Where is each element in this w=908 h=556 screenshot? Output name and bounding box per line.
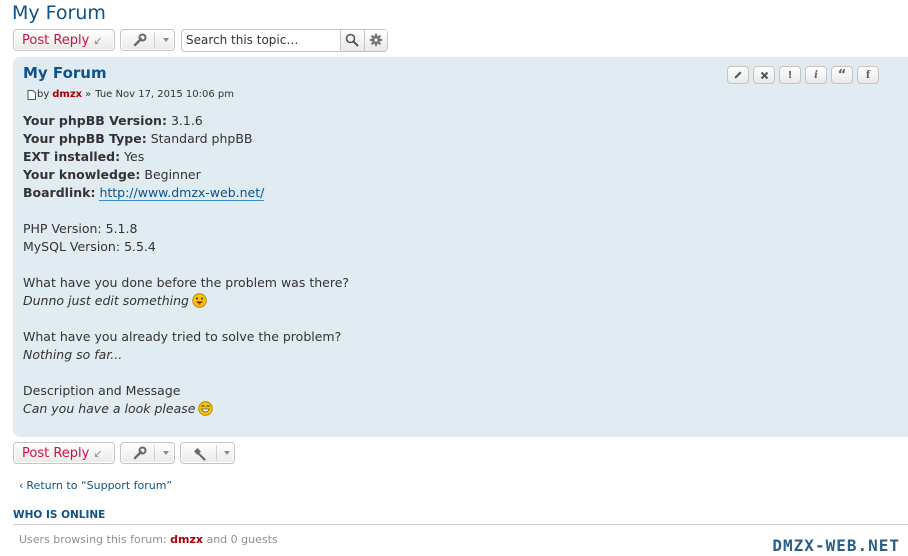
- site-watermark: DMZX-WEB.NET: [772, 536, 900, 555]
- edit-button[interactable]: [727, 66, 749, 84]
- field-label: Your phpBB Type:: [23, 131, 147, 146]
- post-action-buttons: ! i “ f: [723, 66, 879, 84]
- chevron-down-icon: [163, 451, 169, 455]
- info-button[interactable]: i: [805, 66, 827, 84]
- info-icon: i: [814, 69, 818, 81]
- post-title[interactable]: My Forum: [23, 64, 107, 82]
- divider: [13, 524, 908, 525]
- chevron-down-icon: [163, 38, 169, 42]
- who-is-online-heading[interactable]: WHO IS ONLINE: [13, 509, 105, 521]
- field-value: Yes: [124, 149, 145, 164]
- field-value: 5.5.4: [124, 239, 156, 254]
- topic-tools-button[interactable]: [120, 442, 175, 464]
- field-label: EXT installed:: [23, 149, 121, 164]
- gear-icon: [369, 33, 382, 47]
- pencil-icon: [734, 71, 742, 79]
- search-input[interactable]: [182, 29, 340, 51]
- advanced-search-button[interactable]: [363, 29, 387, 51]
- return-to-forum-link[interactable]: ‹ Return to “Support forum”: [19, 479, 172, 492]
- chevron-down-icon: [224, 451, 230, 455]
- action-bar-top: Post Reply ↙: [13, 28, 388, 52]
- search-icon: [345, 33, 359, 47]
- browsing-suffix: and 0 guests: [206, 533, 278, 546]
- browsing-prefix: Users browsing this forum:: [19, 533, 167, 546]
- post-reply-button[interactable]: Post Reply ↙: [13, 29, 115, 51]
- question: What have you done before the problem wa…: [23, 275, 350, 290]
- post-date: Tue Nov 17, 2015 10:06 pm: [95, 89, 234, 100]
- meta-separator: »: [85, 89, 92, 100]
- warning-icon: !: [787, 69, 793, 81]
- reply-arrow-icon: ↙: [93, 446, 103, 460]
- report-button[interactable]: !: [779, 66, 801, 84]
- field-label: MySQL Version:: [23, 239, 121, 254]
- question: Description and Message: [23, 383, 181, 398]
- post-author-line: by dmzx » Tue Nov 17, 2015 10:06 pm: [27, 89, 234, 100]
- wrench-icon: [133, 446, 147, 460]
- post-author[interactable]: dmzx: [52, 89, 82, 100]
- answer: Can you have a look please: [23, 401, 196, 416]
- reply-arrow-icon: ↙: [93, 33, 103, 47]
- field-value: 5.1.8: [105, 221, 138, 236]
- field-label: Boardlink:: [23, 185, 96, 200]
- search-box: [181, 28, 388, 52]
- field-value: Standard phpBB: [150, 131, 253, 146]
- field-label: PHP Version:: [23, 221, 102, 236]
- grin-smiley-icon: [192, 293, 207, 308]
- boardlink-link[interactable]: http://www.dmzx-web.net/: [99, 185, 265, 201]
- quote-button[interactable]: “: [831, 66, 853, 84]
- topic-tools-button[interactable]: [120, 29, 175, 51]
- share-button[interactable]: f: [857, 66, 879, 84]
- search-button[interactable]: [340, 29, 364, 51]
- post-icon[interactable]: [27, 89, 36, 100]
- close-icon: [760, 71, 768, 79]
- field-label: Your knowledge:: [23, 167, 141, 182]
- post-reply-label: Post Reply: [22, 32, 90, 48]
- page-title[interactable]: My Forum: [12, 2, 106, 24]
- field-label: Your phpBB Version:: [23, 113, 167, 128]
- quote-icon: “: [837, 67, 847, 83]
- delete-button[interactable]: [753, 66, 775, 84]
- post-reply-label: Post Reply: [22, 445, 90, 461]
- answer: Nothing so far...: [23, 347, 123, 362]
- wrench-icon: [133, 33, 147, 47]
- question: What have you already tried to solve the…: [23, 329, 342, 344]
- chevron-left-icon: ‹: [19, 479, 24, 492]
- facebook-icon: f: [865, 69, 871, 81]
- field-value: 3.1.6: [170, 113, 203, 128]
- return-label: Return to “Support forum”: [26, 479, 173, 492]
- action-bar-bottom: Post Reply ↙: [13, 441, 235, 465]
- post-content: Your phpBB Version: 3.1.6 Your phpBB Typ…: [23, 112, 349, 418]
- by-label: by: [37, 89, 50, 100]
- laugh-smiley-icon: [198, 401, 214, 416]
- answer: Dunno just edit something: [23, 293, 189, 308]
- post-reply-button[interactable]: Post Reply ↙: [13, 442, 115, 464]
- browsing-users: Users browsing this forum: dmzx and 0 gu…: [19, 533, 278, 546]
- post-container: My Forum by dmzx » Tue Nov 17, 2015 10:0…: [13, 57, 908, 437]
- moderator-tools-button[interactable]: [180, 442, 235, 464]
- field-value: Beginner: [144, 167, 201, 182]
- online-user-link[interactable]: dmzx: [170, 533, 203, 546]
- gavel-icon: [194, 448, 206, 461]
